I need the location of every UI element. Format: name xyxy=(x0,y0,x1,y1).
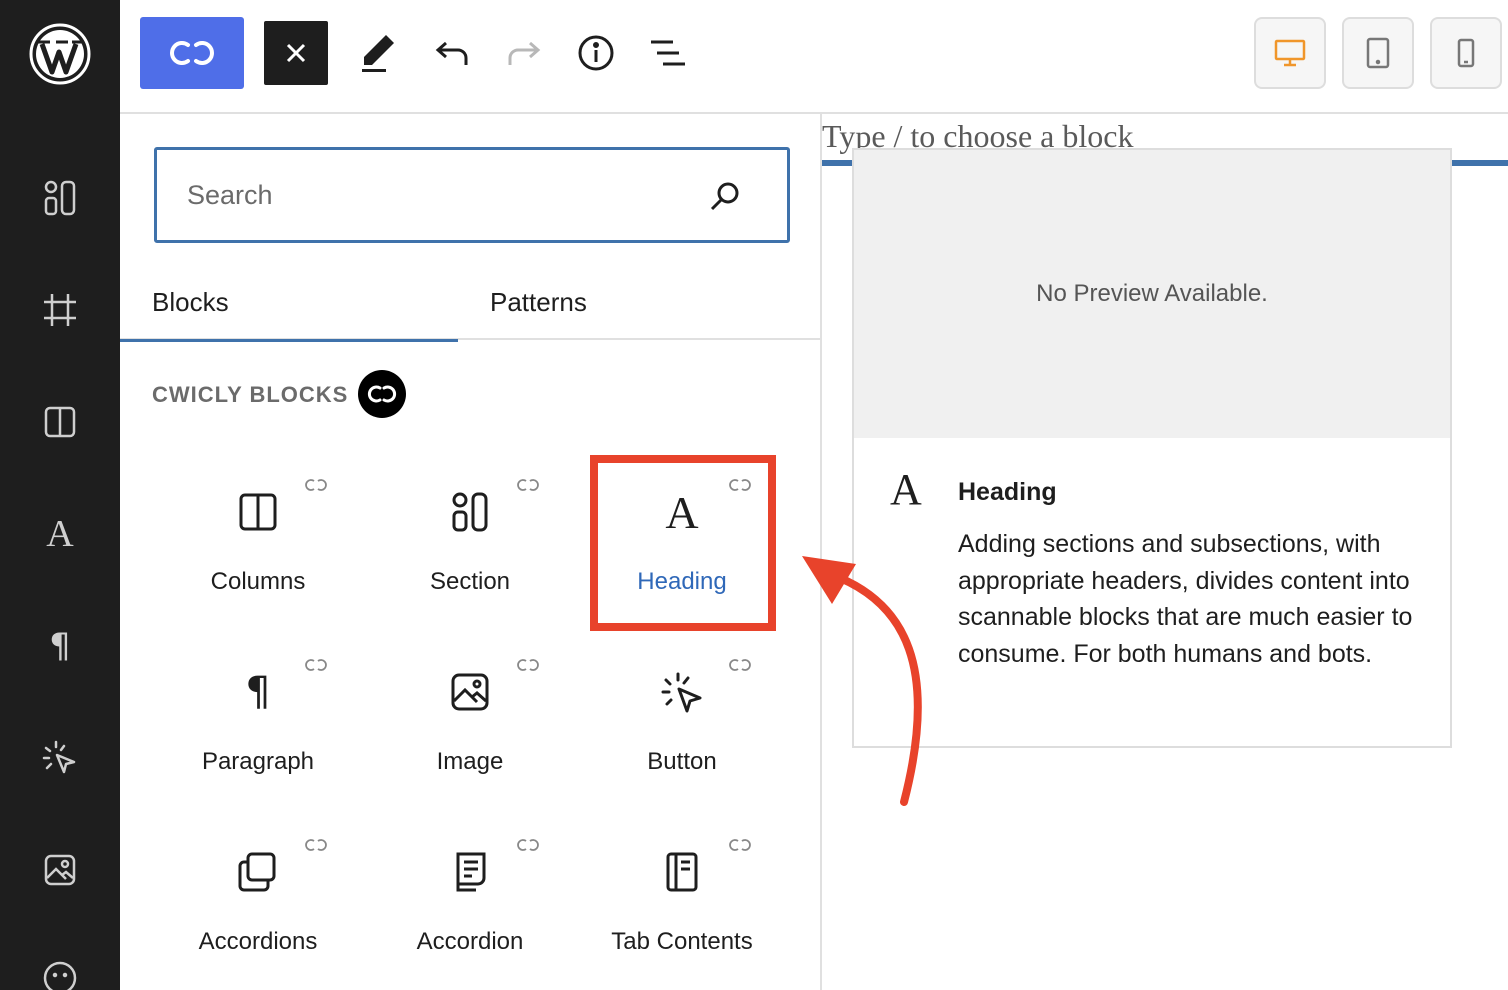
preview-area: No Preview Available. xyxy=(854,150,1450,438)
pencil-button[interactable] xyxy=(356,31,400,75)
paragraph-icon[interactable]: ¶ xyxy=(38,624,82,668)
block-button[interactable]: Button xyxy=(576,632,788,812)
close-inserter-button[interactable] xyxy=(264,21,328,85)
block-image[interactable]: Image xyxy=(364,632,576,812)
undo-icon xyxy=(435,41,468,65)
search-input[interactable] xyxy=(187,172,707,218)
smiley-icon[interactable] xyxy=(38,956,82,990)
image-icon[interactable] xyxy=(38,848,82,892)
cwicly-button[interactable] xyxy=(140,17,244,89)
search-icon[interactable] xyxy=(709,180,741,212)
search-box xyxy=(154,147,790,243)
block-label: Accordion xyxy=(416,928,524,955)
list-view-button[interactable] xyxy=(646,31,690,75)
image-icon xyxy=(451,673,489,711)
tablet-icon xyxy=(1366,37,1390,69)
section-icon[interactable] xyxy=(38,176,82,220)
cwicly-logo-icon xyxy=(367,385,397,403)
cwicly-badge-icon xyxy=(305,479,327,491)
accordion-icon xyxy=(456,852,486,892)
annotation-highlight-box xyxy=(590,455,776,631)
redo-button[interactable] xyxy=(502,31,546,75)
top-toolbar xyxy=(120,0,1508,114)
cwicly-badge-icon xyxy=(729,659,751,671)
info-icon xyxy=(578,35,614,71)
mobile-icon xyxy=(1457,38,1475,68)
cwicly-badge-icon xyxy=(517,839,539,851)
pencil-icon xyxy=(362,35,394,72)
block-label: Paragraph xyxy=(201,748,315,775)
heading-icon[interactable]: A xyxy=(38,512,82,556)
paragraph-icon: ¶ xyxy=(245,669,271,715)
annotation-arrow xyxy=(802,556,922,806)
editor-app: A ¶ Search Blocks Patterns CWICLY BLOCKS… xyxy=(0,0,1508,990)
columns-icon xyxy=(239,493,277,531)
columns-icon[interactable] xyxy=(38,400,82,444)
cwicly-badge-icon xyxy=(729,839,751,851)
block-inserter-panel: Blocks Patterns CWICLY BLOCKS Columns Se… xyxy=(120,114,822,990)
block-columns[interactable]: Columns xyxy=(152,452,364,632)
cwicly-category-logo xyxy=(358,370,406,418)
list-view-icon xyxy=(651,40,685,66)
block-label: Button xyxy=(647,748,717,775)
preview-description: Adding sections and subsections, with ap… xyxy=(958,530,1413,668)
wordpress-logo[interactable] xyxy=(28,22,92,86)
mobile-preview-button[interactable] xyxy=(1430,17,1502,89)
tab-patterns[interactable]: Patterns xyxy=(490,264,587,340)
cwicly-badge-icon xyxy=(305,659,327,671)
close-icon xyxy=(286,43,306,63)
category-title: CWICLY BLOCKS xyxy=(152,382,349,407)
desktop-preview-button[interactable] xyxy=(1254,17,1326,89)
info-button[interactable] xyxy=(574,31,618,75)
block-label: Section xyxy=(429,568,511,595)
tab-contents-icon xyxy=(666,852,698,892)
no-preview-text: No Preview Available. xyxy=(1036,280,1268,307)
inserter-tabs: Blocks Patterns xyxy=(120,264,820,342)
cwicly-badge-icon xyxy=(305,839,327,851)
undo-button[interactable] xyxy=(430,31,474,75)
block-label: Accordions xyxy=(198,928,318,955)
heading-icon: A xyxy=(890,465,922,514)
button-icon[interactable] xyxy=(38,736,82,780)
left-sidebar: A ¶ xyxy=(0,0,120,990)
block-accordion[interactable]: Accordion xyxy=(364,812,576,990)
cwicly-badge-icon xyxy=(517,479,539,491)
cwicly-logo-icon xyxy=(170,41,214,65)
block-accordions[interactable]: Accordions xyxy=(152,812,364,990)
block-label: Tab Contents xyxy=(611,928,753,955)
cwicly-badge-icon xyxy=(517,659,539,671)
preview-title: Heading xyxy=(958,478,1057,506)
block-tab-contents[interactable]: Tab Contents xyxy=(576,812,788,990)
section-icon xyxy=(452,492,488,532)
redo-icon xyxy=(508,41,541,65)
accordions-icon xyxy=(238,852,276,892)
tab-blocks[interactable]: Blocks xyxy=(120,264,457,342)
block-section[interactable]: Section xyxy=(364,452,576,632)
block-label: Image xyxy=(436,748,504,775)
block-paragraph[interactable]: ¶ Paragraph xyxy=(152,632,364,812)
block-label: Columns xyxy=(210,568,306,595)
desktop-icon xyxy=(1274,39,1306,67)
frame-icon[interactable] xyxy=(38,288,82,332)
tablet-preview-button[interactable] xyxy=(1342,17,1414,89)
button-icon xyxy=(661,672,702,713)
